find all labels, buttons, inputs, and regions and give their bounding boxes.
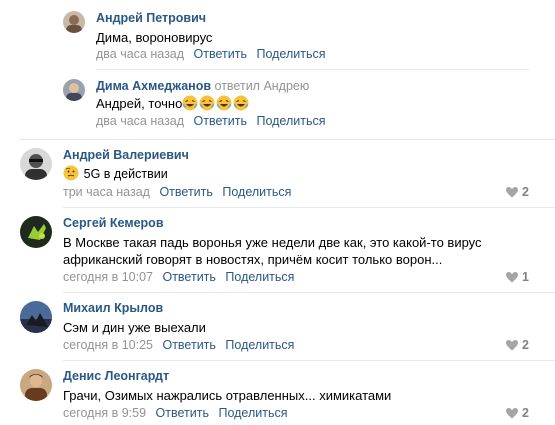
comment-text-line: африканский говорят в новостях, причём к… — [63, 252, 443, 267]
comment-author[interactable]: Сергей Кемеров — [63, 216, 164, 230]
rofl-emoji — [233, 95, 249, 111]
divider — [63, 207, 555, 208]
reply-link[interactable]: Ответить — [194, 114, 247, 128]
comment-time[interactable]: сегодня в 9:59 — [63, 406, 146, 420]
avatar[interactable] — [20, 369, 52, 401]
comment-time[interactable]: три часа назад — [63, 185, 150, 199]
comment-text-content: Андрей, точно — [96, 96, 183, 111]
comment-text-line: В Москве такая падь воронья уже недели д… — [63, 235, 482, 250]
emoji-group — [182, 95, 250, 111]
share-link[interactable]: Поделиться — [222, 185, 291, 199]
comment-text: Дима, вороновирус — [96, 30, 213, 45]
avatar[interactable] — [20, 148, 52, 180]
heart-icon — [506, 340, 519, 351]
share-link[interactable]: Поделиться — [256, 47, 325, 61]
reply-link[interactable]: Ответить — [159, 185, 212, 199]
comment-meta: сегодня в 10:07 Ответить Поделиться — [63, 270, 294, 284]
like-count: 2 — [522, 185, 529, 199]
author-name[interactable]: Дима Ахмеджанов — [96, 79, 211, 93]
like-button[interactable]: 2 — [506, 338, 529, 352]
comment-author[interactable]: Андрей Петрович — [96, 11, 206, 25]
rofl-emoji — [216, 95, 232, 111]
comment-meta: сегодня в 10:25 Ответить Поделиться — [63, 338, 294, 352]
like-button[interactable]: 2 — [506, 406, 529, 420]
comment-meta: три часа назад Ответить Поделиться — [63, 185, 291, 199]
reply-link[interactable]: Ответить — [162, 270, 215, 284]
comment-time[interactable]: два часа назад — [96, 47, 184, 61]
rofl-emoji — [199, 95, 215, 111]
author-name[interactable]: Андрей Петрович — [96, 11, 206, 25]
comment-text-content: 5G в действии — [83, 167, 168, 181]
avatar[interactable] — [20, 216, 52, 248]
comment-meta: сегодня в 9:59 Ответить Поделиться — [63, 406, 287, 420]
comment-text: Грачи, Озимых нажрались отравленных... х… — [63, 388, 392, 403]
avatar-photo-icon — [20, 216, 52, 248]
author-name[interactable]: Денис Леонгардт — [63, 369, 169, 383]
like-count: 1 — [522, 270, 529, 284]
comment-text: 5G в действии — [63, 165, 168, 183]
like-count: 2 — [522, 338, 529, 352]
comment-author[interactable]: Михаил Крылов — [63, 301, 163, 315]
avatar-photo-icon — [63, 79, 85, 101]
share-link[interactable]: Поделиться — [218, 406, 287, 420]
divider — [63, 292, 555, 293]
avatar-photo-icon — [63, 11, 85, 33]
like-button[interactable]: 2 — [506, 185, 529, 199]
avatar[interactable] — [20, 301, 52, 333]
comment-time[interactable]: два часа назад — [96, 114, 184, 128]
heart-icon — [506, 187, 519, 198]
comment-time[interactable]: сегодня в 10:07 — [63, 270, 153, 284]
like-button[interactable]: 1 — [506, 270, 529, 284]
comment-meta: два часа назад Ответить Поделиться — [96, 47, 326, 61]
reply-link[interactable]: Ответить — [162, 338, 215, 352]
comment-author[interactable]: Андрей Валериевич — [63, 148, 189, 162]
divider — [63, 360, 555, 361]
avatar-photo-icon — [20, 369, 52, 401]
comment-text: Андрей, точно — [96, 95, 250, 112]
avatar[interactable] — [63, 11, 85, 33]
reply-link[interactable]: Ответить — [156, 406, 209, 420]
comment-meta: два часа назад Ответить Поделиться — [96, 114, 326, 128]
comment-author[interactable]: Денис Леонгардт — [63, 369, 169, 383]
share-link[interactable]: Поделиться — [256, 114, 325, 128]
rofl-emoji — [182, 95, 198, 111]
share-link[interactable]: Поделиться — [225, 338, 294, 352]
avatar-photo-icon — [20, 301, 52, 333]
author-name[interactable]: Сергей Кемеров — [63, 216, 164, 230]
author-name[interactable]: Михаил Крылов — [63, 301, 163, 315]
share-link[interactable]: Поделиться — [225, 270, 294, 284]
divider — [20, 139, 555, 140]
reply-link[interactable]: Ответить — [194, 47, 247, 61]
like-count: 2 — [522, 406, 529, 420]
comment-text: Сэм и дин уже выехали — [63, 320, 206, 335]
comments-feed: Андрей Петрович Дима, вороновирус два ча… — [0, 0, 555, 425]
avatar-photo-icon — [20, 148, 52, 180]
comment-author[interactable]: Дима Ахмеджанов ответил Андрею — [96, 79, 309, 93]
author-name[interactable]: Андрей Валериевич — [63, 148, 189, 162]
thinking-emoji — [63, 165, 79, 181]
avatar[interactable] — [63, 79, 85, 101]
replied-to[interactable]: ответил Андрею — [215, 79, 310, 93]
heart-icon — [506, 272, 519, 283]
heart-icon — [506, 408, 519, 419]
divider — [96, 69, 529, 70]
comment-time[interactable]: сегодня в 10:25 — [63, 338, 153, 352]
